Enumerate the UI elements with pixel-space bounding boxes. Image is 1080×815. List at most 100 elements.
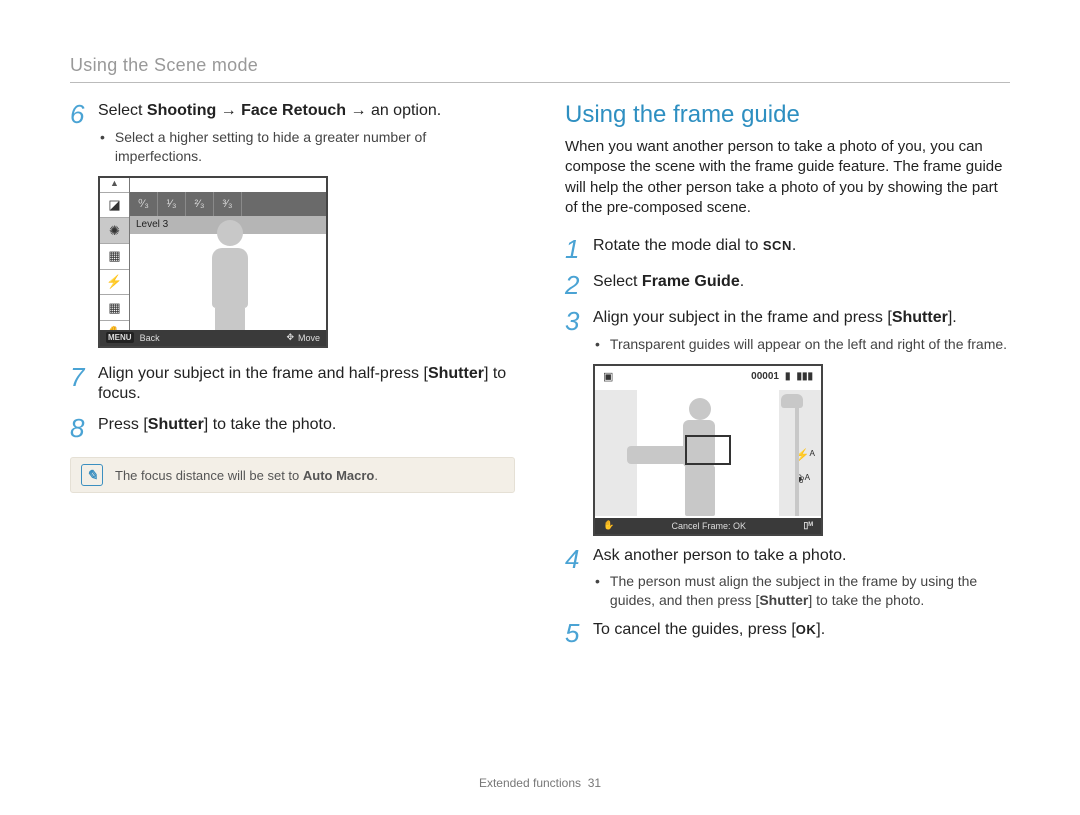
size-indicator-icon: ▯ᴹ [803,520,813,531]
step-number: 5 [565,620,593,646]
lcd-screen: ▲ ◪ ✺ ▦ ⚡ ▦ ✋ ⁰⁄₃ ¹⁄₃ ²⁄₃ ³⁄₃ Level 3 [98,176,328,348]
step-7: 7 Align your subject in the frame and ha… [70,364,515,406]
text: ]. [948,309,957,326]
note-box: ✎ The focus distance will be set to Auto… [70,457,515,493]
exposure-icon: ◪ [100,192,129,218]
intro-text: When you want another person to take a p… [565,137,1010,218]
frame-guide-icon: ▣ [603,370,613,383]
page-header: Using the Scene mode [70,55,1010,76]
text: Transparent guides will appear on the le… [610,335,1007,354]
menu-face-retouch: Face Retouch [241,102,346,119]
text: Select a higher setting to hide a greate… [115,128,515,166]
counter-label: 00001 [751,371,779,382]
flash-icon: ⚡ [100,269,129,295]
cancel-frame-label: Cancel Frame: OK [672,521,747,531]
card-icon: ▮ [785,371,791,382]
shutter-key: Shutter [759,592,808,608]
ok-key: OK [796,622,817,637]
step-3-bullet: Transparent guides will appear on the le… [593,335,1010,354]
step-6-text: Select Shooting → Face Retouch → an opti… [98,101,515,122]
level-option: ³⁄₃ [214,192,242,216]
back-label: Back [140,333,160,343]
resolution-icon: ▦ [100,243,129,269]
text: Rotate the mode dial to [593,237,763,254]
step-3-text: Align your subject in the frame and pres… [593,308,1010,329]
step-6-bullet: Select a higher setting to hide a greate… [98,128,515,166]
text: The focus distance will be set to [115,468,303,483]
quality-icon: ▦ [100,294,129,320]
step-1: 1 Rotate the mode dial to SCN. [565,236,1010,262]
step-4: 4 Ask another person to take a photo. Th… [565,546,1010,611]
text: ] to take the photo. [808,592,924,608]
lcd-screen: ▣ 00001 ▮ ▮▮▮ ⚡ᴬ ❀ᴬ [593,364,823,536]
face-retouch-icon: ✺ [100,217,129,243]
shutter-key: Shutter [892,309,948,326]
step-8: 8 Press [Shutter] to take the photo. [70,415,515,441]
footer-section: Extended functions [479,776,581,790]
step-number: 1 [565,236,593,262]
battery-icon: ▮▮▮ [796,371,813,382]
shutter-key: Shutter [148,416,204,433]
level-option: ⁰⁄₃ [130,192,158,216]
frame-guide-label: Frame Guide [642,273,740,290]
step-number: 4 [565,546,593,611]
menu-shooting: Shooting [147,102,216,119]
shutter-key: Shutter [428,365,484,382]
ois-icon: ✋ [603,520,614,531]
step-number: 7 [70,364,98,406]
text: . [374,468,378,483]
left-column: 6 Select Shooting → Face Retouch → an op… [70,101,515,656]
step-3: 3 Align your subject in the frame and pr… [565,308,1010,354]
lcd-bottom-bar: MENU Back ✥ Move [100,330,326,346]
header-rule [70,82,1010,83]
step-8-text: Press [Shutter] to take the photo. [98,415,515,436]
step-2: 2 Select Frame Guide. [565,272,1010,298]
lcd-bottom-bar: ✋ Cancel Frame: OK ▯ᴹ [595,518,821,534]
note-text: The focus distance will be set to Auto M… [115,468,378,483]
text: Press [ [98,416,148,433]
text: . [792,237,796,254]
step-4-text: Ask another person to take a photo. [593,546,1010,567]
note-icon: ✎ [81,464,103,486]
arrow-icon: → [216,102,241,119]
menu-icon: MENU [106,332,134,343]
section-title: Using the frame guide [565,101,1010,129]
text: Align your subject in the frame and pres… [593,309,892,326]
level-option: ¹⁄₃ [158,192,186,216]
step-6: 6 Select Shooting → Face Retouch → an op… [70,101,515,166]
step-1-text: Rotate the mode dial to SCN. [593,236,1010,257]
person-silhouette [195,220,265,330]
lcd-top-icons: ▣ 00001 ▮ ▮▮▮ [595,370,821,383]
page-columns: 6 Select Shooting → Face Retouch → an op… [70,101,1010,656]
step-number: 3 [565,308,593,354]
page-footer: Extended functions 31 [0,776,1080,790]
arrow-icon: → [346,102,371,119]
step-5-text: To cancel the guides, press [OK]. [593,620,1010,641]
lcd-figure-left: ▲ ◪ ✺ ▦ ⚡ ▦ ✋ ⁰⁄₃ ¹⁄₃ ²⁄₃ ³⁄₃ Level 3 [98,176,515,348]
text: . [740,273,744,290]
step-5: 5 To cancel the guides, press [OK]. [565,620,1010,646]
retouch-levels: ⁰⁄₃ ¹⁄₃ ²⁄₃ ³⁄₃ [130,192,326,216]
lcd-figure-right: ▣ 00001 ▮ ▮▮▮ ⚡ᴬ ❀ᴬ [593,364,1010,536]
footer-page-number: 31 [588,776,601,790]
lamp-silhouette [775,396,803,516]
step-number: 8 [70,415,98,441]
text: The person must align the subject in the… [610,572,1010,610]
lcd-sidebar: ▲ ◪ ✺ ▦ ⚡ ▦ ✋ [100,178,130,346]
step-7-text: Align your subject in the frame and half… [98,364,515,406]
text: Select [593,273,642,290]
step-number: 6 [70,101,98,166]
text: To cancel the guides, press [ [593,621,796,638]
step-4-bullet: The person must align the subject in the… [593,572,1010,610]
chevron-up-icon: ▲ [100,178,129,192]
text: ]. [816,621,825,638]
text: ] to take the photo. [204,416,337,433]
text: Align your subject in the frame and half… [98,365,428,382]
af-frame [685,435,731,465]
auto-macro-label: Auto Macro [303,468,375,483]
level-option: ²⁄₃ [186,192,214,216]
move-label: Move [298,333,320,343]
step-number: 2 [565,272,593,298]
scn-mode-icon: SCN [763,238,792,253]
text: an option. [371,102,441,119]
